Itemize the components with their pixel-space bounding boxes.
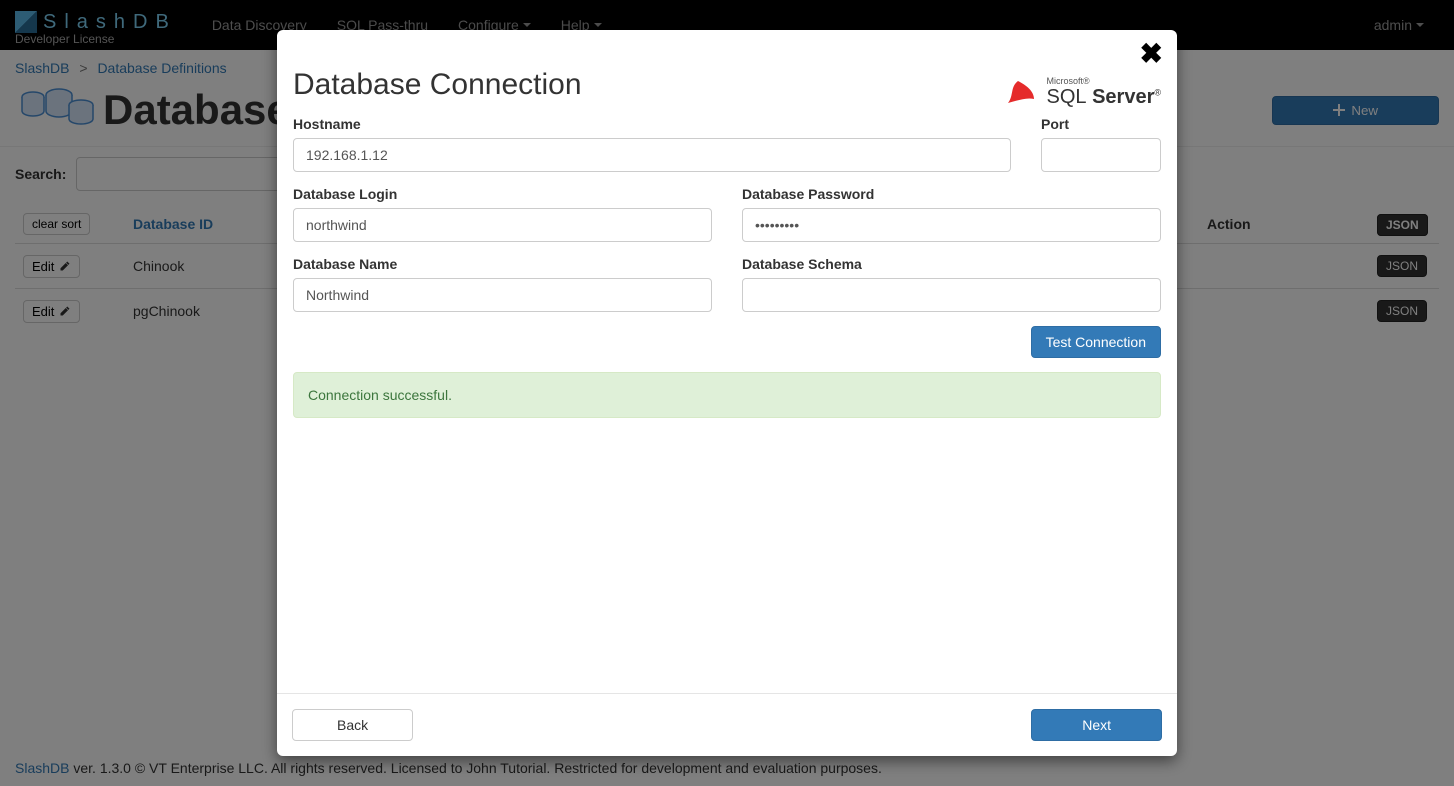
label-dbpassword: Database Password <box>742 186 1161 202</box>
dbschema-input[interactable] <box>742 278 1161 312</box>
close-icon[interactable]: ✖ <box>1140 40 1163 68</box>
label-dbschema: Database Schema <box>742 256 1161 272</box>
modal-title: Database Connection <box>293 68 582 102</box>
label-port: Port <box>1041 116 1161 132</box>
modal: ✖ Database Connection Microsoft® SQL Ser… <box>277 30 1177 756</box>
back-button[interactable]: Back <box>292 709 413 741</box>
hostname-input[interactable] <box>293 138 1011 172</box>
next-button[interactable]: Next <box>1031 709 1162 741</box>
sqlserver-logo: Microsoft® SQL Server® <box>1004 76 1161 109</box>
label-dbname: Database Name <box>293 256 712 272</box>
dbpassword-input[interactable] <box>742 208 1161 242</box>
dblogin-input[interactable] <box>293 208 712 242</box>
connection-success-alert: Connection successful. <box>293 372 1161 418</box>
sqlserver-icon <box>1004 77 1038 107</box>
label-hostname: Hostname <box>293 116 1011 132</box>
label-dblogin: Database Login <box>293 186 712 202</box>
modal-overlay[interactable]: ✖ Database Connection Microsoft® SQL Ser… <box>0 0 1454 786</box>
dbname-input[interactable] <box>293 278 712 312</box>
port-input[interactable] <box>1041 138 1161 172</box>
test-connection-button[interactable]: Test Connection <box>1031 326 1161 358</box>
